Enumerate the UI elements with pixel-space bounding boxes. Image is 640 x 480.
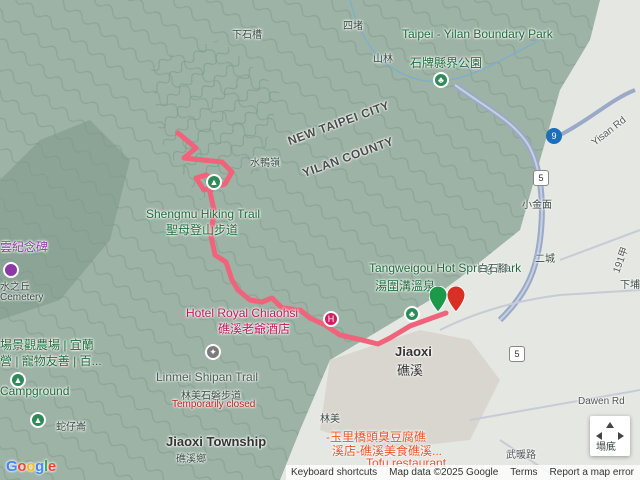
poi-status-temp-closed: Temporarily closed [172,399,256,410]
place-label-water-hill: 水之丘 [0,282,30,293]
place-label-shanlin: 山林 [373,54,393,65]
place-label-baishijiao: 白石腳 [478,264,508,275]
park-pin-icon[interactable]: ♣ [433,72,449,88]
poi-label-linmei-trail-en[interactable]: Linmei Shipan Trail [156,370,258,384]
trail-linmei-pin-icon[interactable]: ✦ [205,344,221,360]
township-label-en: Jiaoxi Township [166,434,267,449]
place-label-xiashicao: 下石槽 [232,30,262,41]
town-label-jiaoxi-zh: 礁溪 [397,363,424,378]
poi-label-hotel-zh[interactable]: 礁溪老爺酒店 [218,320,290,337]
highway-shield-9: 9 [546,128,562,144]
poi-label-farm-line1[interactable]: 場景觀農場 | 宜蘭 [0,336,94,353]
poi-label-tangweigou-zh[interactable]: 湯圍溝溫泉 [375,277,435,294]
poi-label-shengmu-trail-zh[interactable]: 聖母登山步道 [166,221,238,238]
terms-link[interactable]: Terms [510,467,537,478]
keyboard-shortcuts-link[interactable]: Keyboard shortcuts [291,467,377,478]
highway-shield-5b: 5 [509,346,525,362]
township-label-zh: 礁溪鄉 [176,454,206,465]
place-label-ercheng: 二城 [535,254,555,265]
poi-label-memorial[interactable]: 雲紀念碑 [0,238,48,255]
google-logo: Google [6,458,56,475]
road-label-dawen: Dawen Rd [578,396,625,407]
park-pin-icon-2[interactable]: ♣ [404,306,420,322]
town-label-jiaoxi-en: Jiaoxi [395,344,432,359]
place-label-shezi: 蛇仔崙 [56,422,86,433]
map-data-text: Map data ©2025 Google [389,467,499,478]
map-canvas[interactable] [0,0,640,480]
place-label-tangchi: 塌底 [596,442,616,453]
place-label-xiaojinmian: 小金面 [522,200,552,211]
poi-label-campground[interactable]: Campground [0,384,69,398]
hotel-pin-icon[interactable]: H [323,311,339,327]
place-label-cemetery: Cemetery [0,292,44,303]
route-end-marker-icon[interactable] [447,286,465,312]
road-label-wunuan: 武暖路 [506,450,536,461]
poi-label-hotel-en[interactable]: Hotel Royal Chiaohsi [186,306,298,320]
camp-pin-icon-2[interactable]: ▲ [30,412,46,428]
place-label-sijie: 四堵 [343,21,363,32]
route-start-marker-icon[interactable] [429,286,447,312]
report-error-link[interactable]: Report a map error [550,467,634,478]
memorial-pin-icon[interactable] [3,262,19,278]
place-label-shuiyazhi: 水鴨嶺 [250,158,280,169]
poi-label-boundary-park-zh[interactable]: 石牌縣界公園 [410,54,482,71]
trail-pin-icon[interactable]: ▲ [206,174,222,190]
place-label-linmei: 林美 [320,414,340,425]
poi-label-farm-line2[interactable]: 營 | 寵物友善 | 百... [0,352,102,369]
highway-shield-5a: 5 [533,170,549,186]
place-label-xiapu: 下埔 [620,280,640,291]
poi-label-shengmu-trail-en[interactable]: Shengmu Hiking Trail [146,207,260,221]
attribution-bar: Keyboard shortcuts Map data ©2025 Google… [286,465,640,480]
poi-label-boundary-park-en[interactable]: Taipei - Yilan Boundary Park [402,27,553,41]
